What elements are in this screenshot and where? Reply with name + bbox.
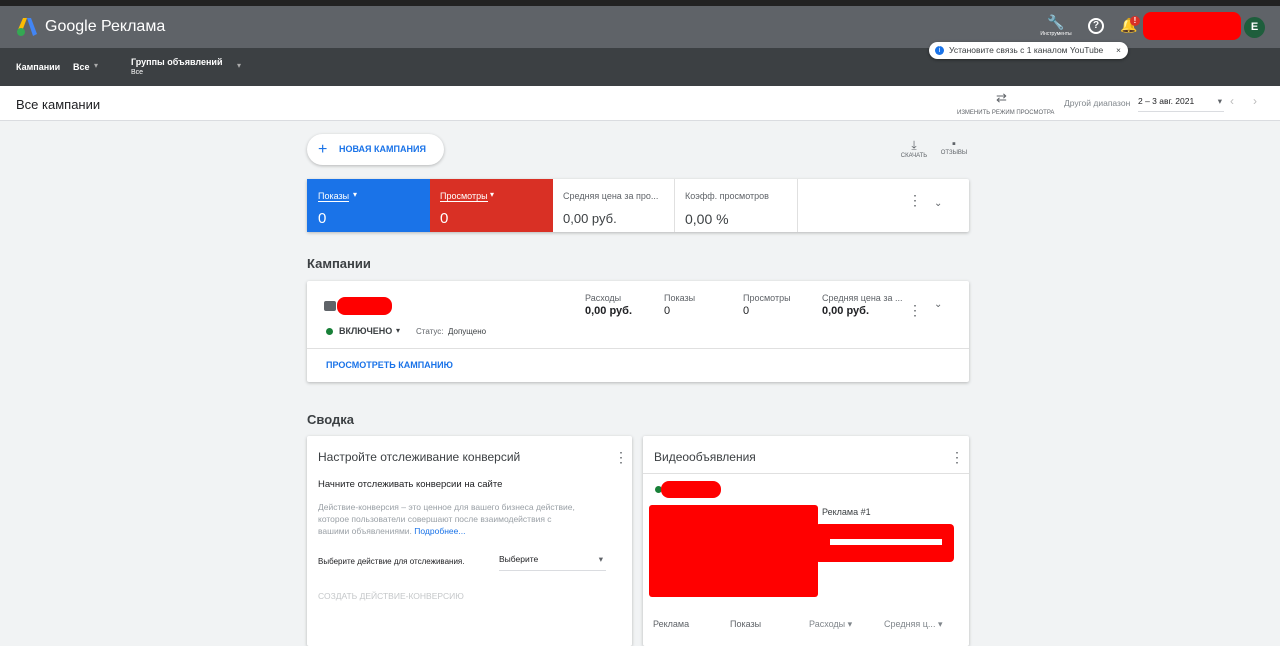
new-campaign-button[interactable]: + НОВАЯ КАМПАНИЯ — [307, 134, 444, 165]
prev-range-icon[interactable]: ‹ — [1230, 94, 1234, 108]
metric-view-rate[interactable]: Коэфф. просмотров 0,00 % — [675, 179, 798, 232]
conversion-action-select[interactable]: Выберите ▾ — [499, 554, 606, 571]
campaigns-heading: Кампании — [307, 256, 371, 271]
stat-label: Расходы — [585, 293, 622, 303]
app-title: Google Реклама — [45, 18, 166, 35]
feedback-icon: ▪ — [952, 138, 956, 150]
create-conversion-button[interactable]: СОЗДАТЬ ДЕЙСТВИЕ-КОНВЕРСИЮ — [318, 591, 464, 601]
status-value: Допущено — [448, 327, 487, 336]
new-campaign-label: НОВАЯ КАМПАНИЯ — [339, 144, 426, 154]
campaign-card: ВКЛЮЧЕНО ▾ Статус: Допущено Расходы 0,00… — [307, 281, 969, 382]
help-icon[interactable]: ? — [1088, 18, 1104, 34]
feedback-label: ОТЗЫВЫ — [940, 150, 968, 156]
stat-label: Просмотры — [743, 293, 791, 303]
stat-label: Показы — [664, 293, 696, 303]
metrics-scorecard: Показы ▾ 0 Просмотры ▾ 0 Средняя цена за п… — [307, 179, 969, 232]
redacted-ad-text — [815, 524, 954, 562]
date-range-select[interactable]: 2 – 3 авг. 2021 ▾ — [1138, 96, 1224, 112]
redacted-account — [1143, 12, 1241, 40]
chevron-down-icon[interactable]: ▾ — [94, 61, 98, 70]
youtube-link-toast[interactable]: i Установите связь с 1 каналом YouTube × — [929, 42, 1128, 59]
card-title: Видеообъявления — [654, 450, 756, 464]
expand-icon[interactable]: ⌄ — [934, 299, 942, 310]
status-label: Статус: — [416, 327, 444, 336]
stat-label: Средняя цена за ... — [822, 293, 903, 303]
video-ads-card: Видеообъявления ⋮ Реклама #1 Реклама Пок… — [643, 436, 969, 646]
stat-value: 0,00 руб. — [585, 305, 633, 317]
swap-icon[interactable]: ⇄ — [996, 90, 1007, 106]
view-mode-button[interactable]: ИЗМЕНИТЬ РЕЖИМ ПРОСМОТРА — [957, 110, 1054, 116]
divider — [643, 473, 969, 474]
chevron-down-icon[interactable]: ▾ — [237, 61, 241, 70]
breadcrumb-campaigns[interactable]: Кампании — [16, 62, 60, 72]
notification-badge: ! — [1130, 16, 1140, 26]
metric-value: 0,00 руб. — [563, 211, 617, 226]
expand-icon[interactable]: ⌄ — [934, 198, 942, 209]
stat-value: 0 — [743, 305, 750, 317]
column-label: Средняя ц... — [884, 619, 936, 629]
select-label: Выберите действие для отслеживания. — [318, 557, 465, 566]
conversion-description: Действие-конверсия – это ценное для ваше… — [318, 501, 578, 537]
tools-label: Инструменты — [1040, 31, 1072, 37]
metric-label: Просмотры — [440, 191, 488, 202]
download-button[interactable]: ⤓ СКАЧАТЬ — [900, 138, 928, 159]
more-vert-icon[interactable]: ⋮ — [908, 193, 922, 207]
chevron-down-icon[interactable]: ▾ — [396, 326, 400, 335]
conversion-tracking-card: Настройте отслеживание конверсий ⋮ Начни… — [307, 436, 632, 646]
download-label: СКАЧАТЬ — [900, 153, 928, 159]
column-header-sortable[interactable]: Расходы ▾ — [809, 619, 852, 630]
info-icon: i — [935, 46, 944, 55]
select-value: Выберите — [499, 554, 539, 564]
redacted-campaign-name[interactable] — [337, 297, 392, 315]
metric-label: Коэфф. просмотров — [685, 191, 769, 201]
learn-more-link[interactable]: Подробнее... — [414, 526, 465, 536]
metric-impressions[interactable]: Показы ▾ 0 — [307, 179, 430, 232]
stat-value: 0 — [664, 305, 671, 317]
title-bar: Все кампании ⇄ ИЗМЕНИТЬ РЕЖИМ ПРОСМОТРА … — [0, 86, 1280, 121]
page-title: Все кампании — [16, 97, 101, 112]
redacted-video-thumbnail[interactable] — [649, 505, 818, 597]
avatar[interactable]: E — [1244, 17, 1265, 38]
wrench-icon: 🔧 — [1047, 14, 1065, 30]
adgroups-filter-value: Все — [131, 69, 144, 76]
redacted-ad-name — [661, 481, 721, 498]
more-vert-icon[interactable]: ⋮ — [614, 449, 628, 466]
feedback-button[interactable]: ▪ ОТЗЫВЫ — [940, 138, 968, 156]
column-header: Показы — [730, 619, 762, 629]
metric-avg-cpv[interactable]: Средняя цена за про... 0,00 руб. — [553, 179, 675, 232]
view-campaign-link[interactable]: ПРОСМОТРЕТЬ КАМПАНИЮ — [326, 360, 453, 370]
plus-icon: + — [318, 141, 328, 158]
tools-button[interactable]: 🔧 Инструменты — [1036, 14, 1076, 37]
google-ads-logo-icon — [17, 18, 37, 36]
download-icon: ⤓ — [911, 138, 917, 152]
column-label: Расходы — [809, 619, 846, 629]
more-vert-icon[interactable]: ⋮ — [950, 449, 964, 466]
card-subtitle: Начните отслеживать конверсии на сайте — [318, 479, 503, 490]
video-campaign-icon — [324, 301, 336, 311]
metric-value: 0,00 % — [685, 211, 729, 227]
divider — [307, 348, 969, 349]
metric-label: Показы — [318, 191, 350, 202]
close-icon[interactable]: × — [1116, 42, 1121, 59]
toast-text: Установите связь с 1 каналом YouTube — [949, 45, 1104, 55]
next-range-icon[interactable]: › — [1253, 94, 1257, 108]
date-range-value: 2 – 3 авг. 2021 — [1138, 96, 1195, 106]
stat-value: 0,00 руб. — [822, 305, 870, 317]
breadcrumb-adgroups[interactable]: Группы объявлений — [131, 57, 222, 67]
more-vert-icon[interactable]: ⋮ — [908, 302, 922, 319]
column-header-sortable[interactable]: Средняя ц... ▾ — [884, 619, 942, 630]
campaign-status-select[interactable]: ВКЛЮЧЕНО — [339, 326, 392, 336]
summary-heading: Сводка — [307, 412, 354, 427]
metric-value: 0 — [318, 210, 327, 227]
metric-views[interactable]: Просмотры ▾ 0 — [430, 179, 553, 232]
ad-name: Реклама #1 — [822, 507, 871, 517]
campaigns-filter[interactable]: Все — [73, 62, 90, 72]
status-dot-icon — [326, 328, 333, 335]
card-title: Настройте отслеживание конверсий — [318, 450, 521, 464]
metric-label: Средняя цена за про... — [563, 191, 659, 201]
column-header: Реклама — [653, 619, 690, 629]
range-label: Другой диапазон — [1064, 98, 1131, 108]
metric-value: 0 — [440, 210, 449, 227]
